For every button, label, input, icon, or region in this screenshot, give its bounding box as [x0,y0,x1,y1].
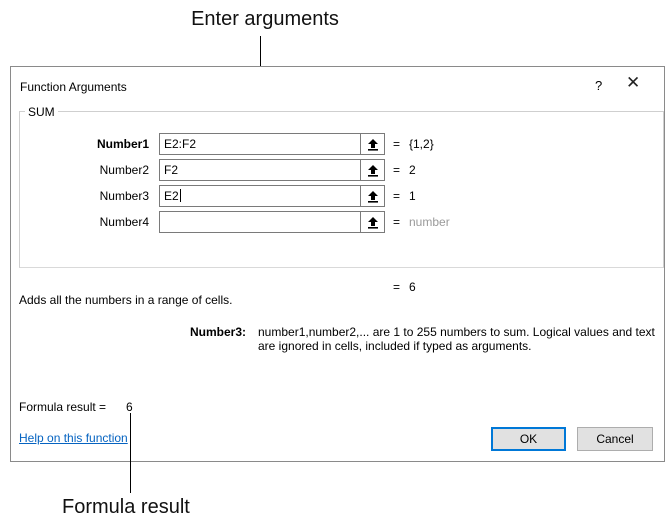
dialog-title: Function Arguments [20,80,127,94]
arg-label-number1: Number1 [96,137,149,151]
arg-value-number3: 1 [409,189,416,203]
equals-sign: = [393,137,401,151]
collapse-arrow-icon [367,190,378,203]
collapse-arrow-icon [367,164,378,177]
equals-sign: = [393,280,401,294]
number1-input[interactable]: E2:F2 [159,133,361,155]
function-arguments-dialog: Function Arguments ? ✕ SUM Number1 E2:F2… [10,66,665,462]
title-bar: Function Arguments ? ✕ [11,67,664,103]
text-caret [179,189,181,202]
arg-value-number1: {1,2} [409,137,434,151]
equals-sign: = [393,163,401,177]
ok-button[interactable]: OK [491,427,566,451]
callout-formula-result: Formula result [62,496,190,518]
arg-label-number3: Number3 [99,189,149,203]
arg-label-number4: Number4 [99,215,149,229]
function-description: Adds all the numbers in a range of cells… [19,293,233,307]
help-on-function-link[interactable]: Help on this function [19,431,128,445]
arg-label-number2: Number2 [99,163,149,177]
help-button[interactable]: ? [595,78,602,93]
collapse-dialog-button[interactable] [361,211,385,233]
callout-enter-arguments: Enter arguments [191,8,339,30]
callout-pointer-bottom [130,413,131,493]
collapse-dialog-button[interactable] [361,185,385,207]
collapse-arrow-icon [367,138,378,151]
function-name: SUM [25,105,58,119]
collapse-arrow-icon [367,216,378,229]
arg-value-number4: number [409,215,450,229]
formula-result-label: Formula result = [19,400,107,414]
close-icon[interactable]: ✕ [626,74,640,91]
equals-sign: = [393,215,401,229]
arg-value-number2: 2 [409,163,416,177]
number3-input[interactable]: E2 [159,185,361,207]
number4-input[interactable] [159,211,361,233]
equals-sign: = [393,189,401,203]
arg-help-text: number1,number2,... are 1 to 255 numbers… [258,325,655,353]
formula-result-value: 6 [126,400,133,414]
number3-value: E2 [164,189,179,203]
collapse-dialog-button[interactable] [361,133,385,155]
function-total-value: 6 [409,280,416,294]
cancel-button[interactable]: Cancel [577,427,653,451]
collapse-dialog-button[interactable] [361,159,385,181]
arg-help-name: Number3: [190,325,247,339]
number2-input[interactable]: F2 [159,159,361,181]
